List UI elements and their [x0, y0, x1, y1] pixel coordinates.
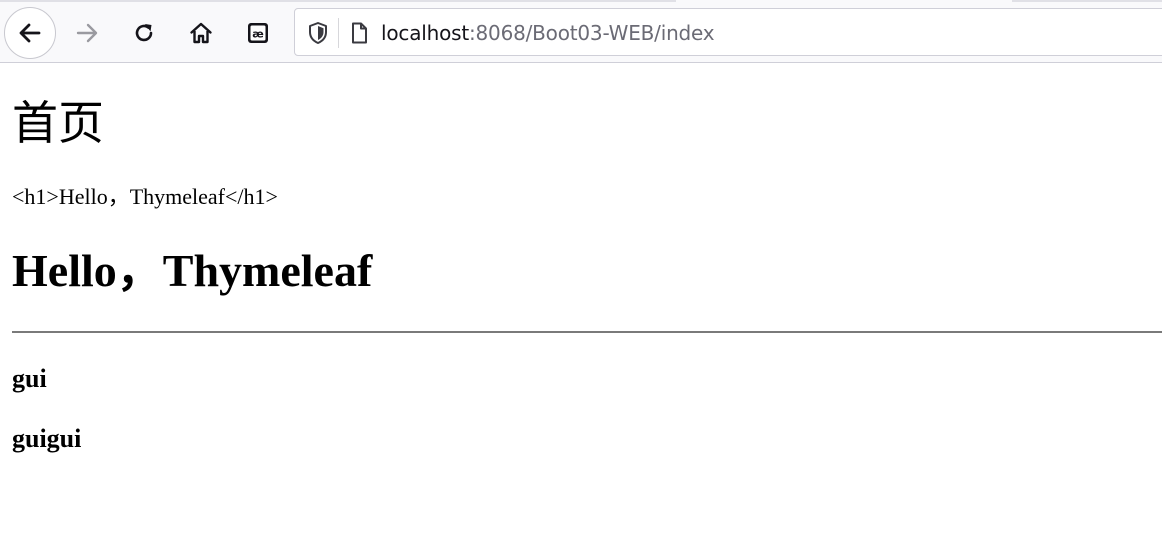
forward-button[interactable]: [61, 7, 113, 59]
ae-extension-icon: æ: [248, 23, 268, 43]
list-item: gui: [12, 364, 47, 393]
url-divider: [338, 18, 339, 48]
escaped-text: <h1>Hello，Thymeleaf</h1>: [12, 184, 278, 209]
address-bar[interactable]: localhost:8068/Boot03-WEB/index: [294, 8, 1162, 56]
tab-strip-edge: [0, 0, 676, 2]
url-text[interactable]: localhost:8068/Boot03-WEB/index: [381, 20, 715, 46]
horizontal-rule: [12, 331, 1162, 333]
tab-strip-edge: [1012, 0, 1162, 2]
list-item: guigui: [12, 424, 82, 453]
hello-heading: Hello，Thymeleaf: [12, 245, 373, 296]
arrow-left-icon: [19, 23, 41, 43]
browser-toolbar: æ localhost:8068/Boot03-WEB/index: [0, 0, 1162, 63]
url-host: localhost: [381, 21, 469, 45]
shield-icon[interactable]: [307, 21, 329, 45]
page-icon[interactable]: [348, 21, 370, 45]
home-icon: [190, 22, 212, 44]
reload-button[interactable]: [118, 7, 170, 59]
home-button[interactable]: [175, 7, 227, 59]
svg-text:æ: æ: [252, 28, 264, 41]
page-title: 首页: [12, 96, 104, 150]
extension-button[interactable]: æ: [232, 7, 284, 59]
reload-icon: [135, 24, 153, 42]
url-path: :8068/Boot03-WEB/index: [468, 21, 715, 45]
arrow-right-icon: [76, 23, 98, 43]
back-button[interactable]: [4, 7, 56, 59]
